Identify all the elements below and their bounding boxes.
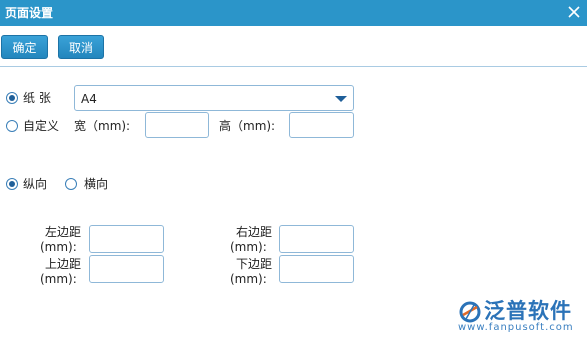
left-margin-unit: (mm):: [40, 240, 77, 254]
dialog-title: 页面设置: [5, 6, 54, 20]
close-icon[interactable]: [565, 3, 583, 21]
top-margin-input[interactable]: [89, 255, 164, 283]
bottom-margin-unit: (mm):: [230, 272, 267, 286]
paper-custom-radio[interactable]: [6, 120, 18, 132]
right-margin-unit: (mm):: [230, 240, 267, 254]
logo-url: www.fanpusoft.com: [458, 322, 574, 333]
bottom-margin-input[interactable]: [279, 255, 354, 283]
cancel-button[interactable]: 取消: [58, 35, 104, 59]
height-input[interactable]: [289, 112, 354, 138]
paper-size-select[interactable]: A4: [74, 85, 354, 111]
left-margin-label: 左边距: [45, 225, 82, 239]
portrait-label: 纵向: [23, 177, 48, 191]
paper-label: 纸 张: [23, 91, 51, 105]
landscape-label: 横向: [84, 177, 109, 191]
height-label: 高（mm):: [219, 119, 276, 133]
custom-label: 自定义: [23, 119, 60, 133]
left-margin-input[interactable]: [89, 225, 164, 253]
logo-name: 泛普软件: [484, 299, 572, 323]
bottom-margin-label: 下边距: [236, 257, 273, 271]
top-margin-label: 上边距: [45, 257, 82, 271]
chevron-down-icon: [335, 96, 347, 102]
portrait-radio[interactable]: [6, 178, 18, 190]
paper-size-value: A4: [81, 92, 97, 106]
width-input[interactable]: [145, 112, 209, 138]
width-label: 宽（mm):: [74, 119, 131, 133]
top-margin-unit: (mm):: [40, 272, 77, 286]
right-margin-input[interactable]: [279, 225, 354, 253]
ok-button[interactable]: 确定: [1, 35, 48, 59]
right-margin-label: 右边距: [236, 225, 273, 239]
dialog-titlebar: 页面设置: [0, 0, 587, 26]
dialog-toolbar: 确定 取消: [0, 26, 587, 67]
paper-preset-radio[interactable]: [6, 92, 18, 104]
landscape-radio[interactable]: [65, 178, 77, 190]
